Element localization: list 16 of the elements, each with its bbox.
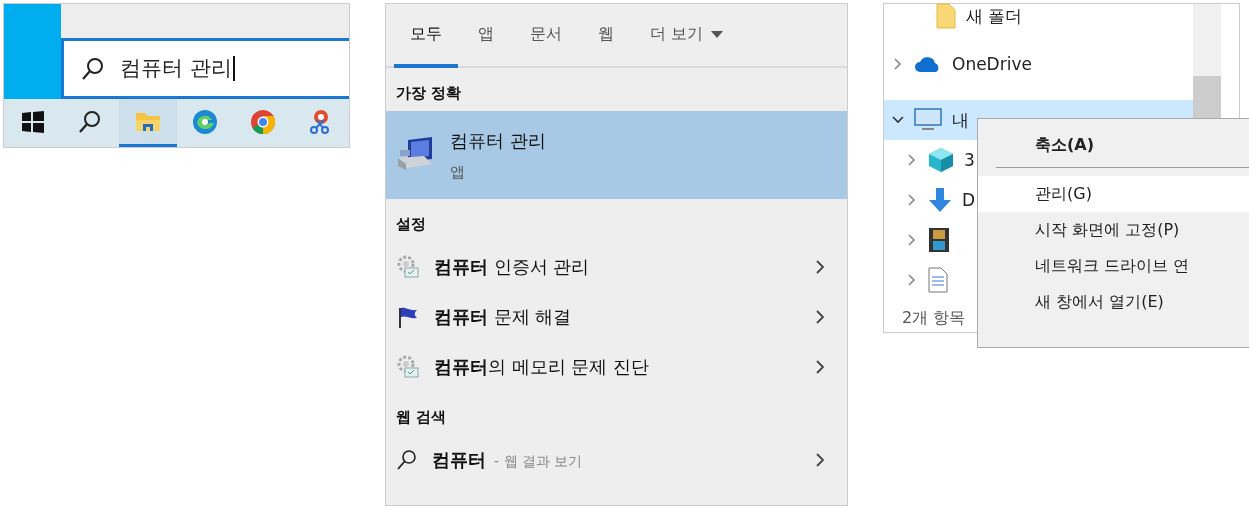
result-title: 컴퓨터 인증서 관리 — [434, 255, 591, 279]
result-title: 컴퓨터 관리 — [450, 128, 547, 153]
web-query: 컴퓨터 — [432, 448, 486, 472]
status-text: 2개 항목 — [902, 308, 966, 329]
section-heading: 가장 정확 — [395, 83, 463, 104]
section-heading: 웹 검색 — [395, 407, 448, 428]
tree-label: 3 — [964, 150, 975, 170]
result-type: 앱 — [450, 162, 466, 182]
tree-label: D — [962, 190, 976, 210]
result-title: 컴퓨터의 메모리 문제 진단 — [434, 355, 651, 379]
result-title: 컴퓨터 문제 해결 — [434, 305, 573, 329]
web-hint: - 웹 결과 보기 — [494, 453, 583, 471]
tree-label: 새 폴더 — [966, 4, 1023, 28]
tree-label: 내 — [952, 108, 969, 132]
section-heading: 설정 — [395, 214, 427, 235]
tree-label: OneDrive — [952, 54, 1032, 74]
